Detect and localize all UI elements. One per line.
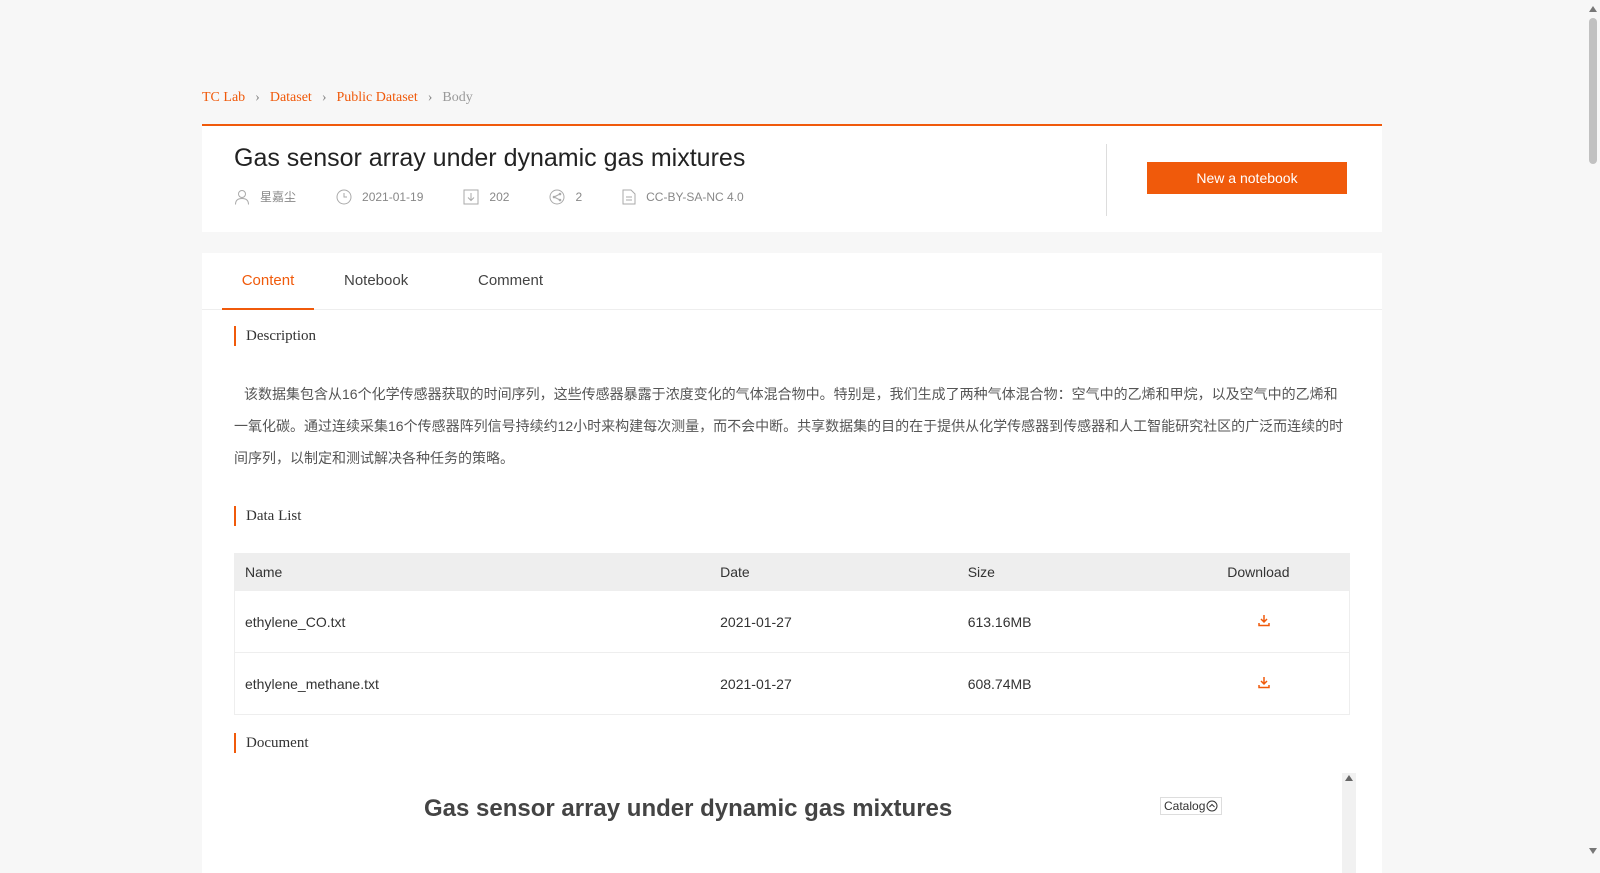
data-list-table: Name Date Size Download ethylene_CO.txt … <box>234 553 1350 715</box>
download-count: 202 <box>489 189 510 204</box>
chevron-right-icon: › <box>321 90 327 105</box>
license-text: CC-BY-SA-NC 4.0 <box>646 189 744 204</box>
download-icon <box>463 189 479 204</box>
dataset-header-card: Gas sensor array under dynamic gas mixtu… <box>202 124 1382 232</box>
meta-shares: 2 <box>549 189 582 205</box>
scroll-up-arrow-icon[interactable] <box>1589 6 1597 12</box>
file-size: 613.16MB <box>967 613 1032 630</box>
table-header: Name Date Size Download <box>235 554 1349 590</box>
download-icon[interactable] <box>1257 613 1271 630</box>
column-header-name: Name <box>245 564 283 580</box>
main-content-card: Content Notebook Comment Description 该数据… <box>202 253 1382 873</box>
scrollbar-thumb[interactable] <box>1589 18 1597 164</box>
description-heading: Description <box>234 326 316 346</box>
share-icon <box>549 189 565 204</box>
meta-author: 星嘉尘 <box>234 188 296 205</box>
catalog-toggle-icon <box>1206 800 1218 812</box>
breadcrumb-current: Body <box>442 90 473 105</box>
dataset-title: Gas sensor array under dynamic gas mixtu… <box>234 144 746 172</box>
chevron-right-icon: › <box>427 90 433 105</box>
dataset-date: 2021-01-19 <box>362 189 424 204</box>
column-header-date: Date <box>720 564 750 580</box>
new-notebook-button[interactable]: New a notebook <box>1147 162 1347 194</box>
file-date: 2021-01-27 <box>720 675 792 692</box>
author-name[interactable]: 星嘉尘 <box>260 188 296 205</box>
meta-license: CC-BY-SA-NC 4.0 <box>622 189 744 205</box>
page-scrollbar[interactable] <box>1586 0 1600 861</box>
description-text: 该数据集包含从16个化学传感器获取的时间序列，这些传感器暴露于浓度变化的气体混合… <box>234 386 1344 466</box>
catalog-button[interactable]: Catalog <box>1160 797 1223 815</box>
data-list-heading: Data List <box>234 506 301 526</box>
scroll-up-arrow-icon[interactable] <box>1345 775 1353 781</box>
scroll-down-arrow-icon[interactable] <box>1589 848 1597 854</box>
meta-downloads: 202 <box>463 189 509 205</box>
breadcrumb-public-dataset[interactable]: Public Dataset <box>336 90 417 106</box>
column-header-download: Download <box>1227 564 1290 580</box>
file-name: ethylene_methane.txt <box>245 675 379 692</box>
document-heading: Document <box>234 733 308 753</box>
table-row: ethylene_methane.txt 2021-01-27 608.74MB <box>235 652 1349 714</box>
breadcrumb-dataset[interactable]: Dataset <box>270 90 312 106</box>
tab-notebook[interactable]: Notebook <box>344 253 408 309</box>
file-name: ethylene_CO.txt <box>245 613 346 630</box>
document-icon <box>622 189 636 204</box>
document-title: Gas sensor array under dynamic gas mixtu… <box>424 795 953 822</box>
column-header-size: Size <box>967 564 995 580</box>
tab-comment[interactable]: Comment <box>478 253 543 309</box>
tab-bar: Content Notebook Comment <box>202 253 1382 310</box>
dataset-meta: 星嘉尘 2021-01-19 202 2 CC-BY-SA-NC 4.0 <box>234 188 784 205</box>
document-scrollbar[interactable] <box>1342 773 1356 873</box>
header-divider <box>1106 144 1107 216</box>
breadcrumb-tc-lab[interactable]: TC Lab <box>202 90 245 106</box>
catalog-label: Catalog <box>1164 799 1206 813</box>
tab-content[interactable]: Content <box>222 253 314 310</box>
document-viewer: Gas sensor array under dynamic gas mixtu… <box>234 773 1356 873</box>
meta-date: 2021-01-19 <box>336 189 423 205</box>
download-icon[interactable] <box>1257 675 1271 692</box>
file-size: 608.74MB <box>967 675 1032 692</box>
table-row: ethylene_CO.txt 2021-01-27 613.16MB <box>235 590 1349 652</box>
clock-icon <box>336 189 352 204</box>
breadcrumb: TC Lab › Dataset › Public Dataset › Body <box>202 90 473 106</box>
chevron-right-icon: › <box>255 90 260 105</box>
user-icon <box>235 189 249 205</box>
file-date: 2021-01-27 <box>720 613 792 630</box>
share-count: 2 <box>575 189 583 204</box>
